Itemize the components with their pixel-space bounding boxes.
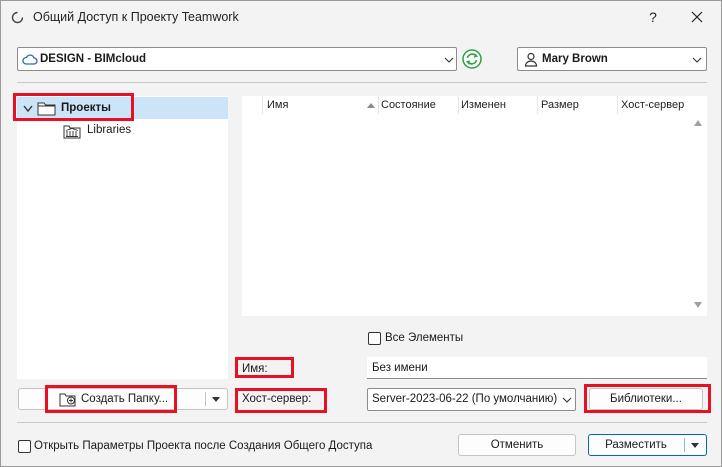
- dropdown-arrow-icon[interactable]: [691, 443, 699, 448]
- column-divider: [378, 96, 379, 114]
- highlight-name-label: [235, 357, 294, 378]
- column-header-host[interactable]: Хост-сервер: [621, 99, 684, 111]
- chevron-down-icon: [692, 57, 702, 63]
- chevron-down-icon: [444, 57, 454, 63]
- open-settings-label: Открыть Параметры Проекта после Создания…: [34, 440, 373, 452]
- column-divider: [537, 96, 538, 114]
- host-server-value: Server-2023-06-22 (По умолчанию): [372, 393, 558, 405]
- chevron-down-icon: [562, 397, 572, 403]
- share-button-label: Разместить: [605, 439, 667, 451]
- top-separator: [17, 82, 707, 83]
- cancel-button[interactable]: Отменить: [458, 434, 576, 456]
- close-icon: [691, 11, 703, 23]
- project-table: Имя Состояние Изменен Размер Хост-сервер: [242, 96, 707, 316]
- server-dropdown[interactable]: DESIGN - BIMcloud: [17, 47, 457, 71]
- bottom-separator: [17, 422, 707, 423]
- window-title: Общий Доступ к Проекту Teamwork: [33, 10, 239, 24]
- refresh-button[interactable]: [461, 48, 483, 70]
- close-button[interactable]: [683, 5, 711, 29]
- highlight-projects: [13, 93, 134, 121]
- sort-ascending-icon: [367, 103, 375, 108]
- project-tree: Проекты Libraries: [17, 96, 228, 379]
- teamwork-share-dialog: Общий Доступ к Проекту Teamwork ? DESIGN…: [0, 0, 722, 467]
- open-settings-checkbox[interactable]: [18, 440, 31, 453]
- host-server-dropdown[interactable]: Server-2023-06-22 (По умолчанию): [367, 388, 576, 411]
- app-icon: [11, 11, 24, 24]
- title-bar: Общий Доступ к Проекту Teamwork ?: [1, 1, 721, 33]
- tree-item-libraries[interactable]: Libraries: [87, 124, 131, 136]
- column-divider: [262, 96, 263, 114]
- column-header-name[interactable]: Имя: [267, 99, 288, 111]
- show-all-label: Все Элементы: [385, 332, 464, 344]
- column-header-modified[interactable]: Изменен: [461, 99, 506, 111]
- help-button[interactable]: ?: [641, 5, 665, 29]
- user-icon: [524, 52, 538, 67]
- highlight-host-server-label: [235, 388, 327, 413]
- name-field[interactable]: [367, 357, 707, 379]
- show-all-checkbox[interactable]: [368, 332, 381, 345]
- dropdown-arrow-icon[interactable]: [212, 397, 220, 402]
- split-divider: [205, 392, 206, 406]
- column-divider: [617, 96, 618, 114]
- sync-icon: [462, 49, 482, 69]
- column-header-state[interactable]: Состояние: [381, 99, 436, 111]
- cloud-icon: [22, 54, 38, 65]
- share-button[interactable]: Разместить: [588, 434, 707, 456]
- scroll-up-icon[interactable]: [694, 120, 702, 126]
- highlight-libraries-button: [584, 384, 711, 413]
- split-divider: [684, 438, 685, 452]
- user-name: Mary Brown: [542, 53, 608, 65]
- highlight-create-folder: [45, 385, 177, 413]
- server-name: DESIGN - BIMcloud: [40, 53, 147, 65]
- scroll-down-icon[interactable]: [694, 302, 702, 308]
- user-dropdown[interactable]: Mary Brown: [517, 47, 707, 71]
- column-divider: [458, 96, 459, 114]
- column-header-size[interactable]: Размер: [541, 99, 579, 111]
- library-icon: [63, 125, 81, 139]
